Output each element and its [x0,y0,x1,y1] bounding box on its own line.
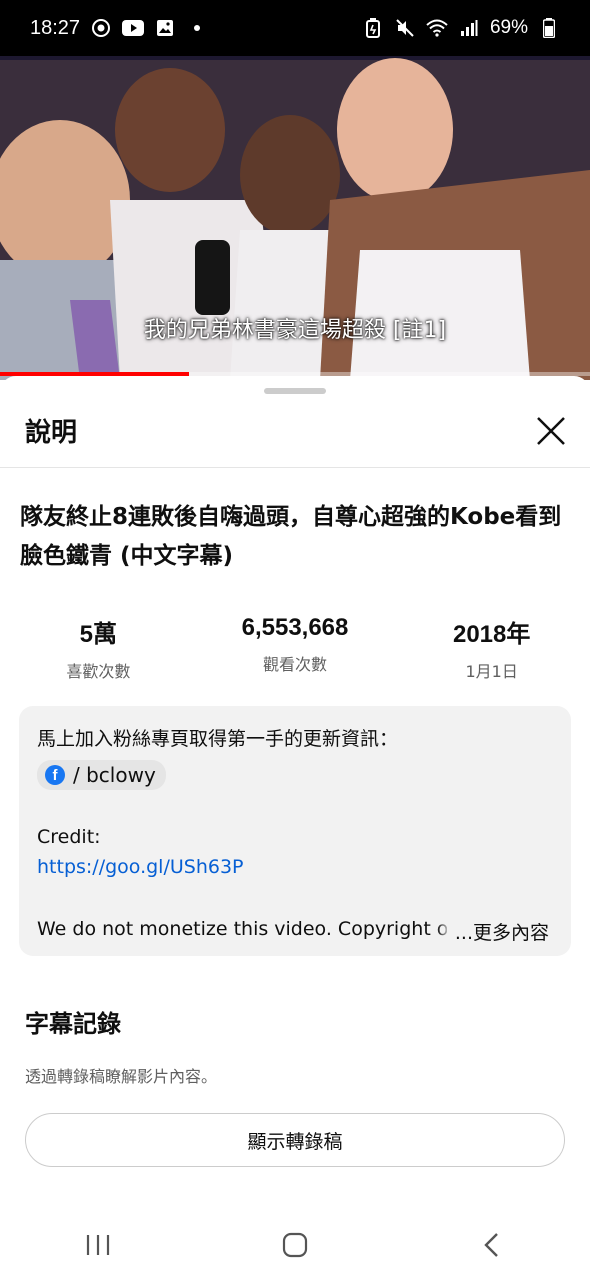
facebook-link-chip[interactable]: f / bclowy [37,760,166,790]
sheet-header: 說明 [0,394,590,468]
stat-views: 6,553,668 觀看次數 [197,614,394,682]
stat-label: 喜歡次數 [66,662,131,681]
transcript-description: 透過轉錄稿瞭解影片內容。 [25,1067,218,1086]
wifi-icon [426,17,448,39]
stat-value: 6,553,668 [241,614,349,641]
credit-label: Credit: [37,826,101,848]
stat-value: 5萬 [79,621,118,648]
facebook-icon: f [45,765,65,785]
battery-saver-icon [362,17,384,39]
video-title: 隊友終止8連敗後自嗨過頭，自尊心超強的Kobe看到臉色鐵青 (中文字幕) [20,504,562,569]
dot-icon [186,17,208,39]
stat-label: 1月1日 [465,662,518,681]
description-line: We do not monetize this video. Copyright… [37,918,447,940]
signal-icon [458,17,480,39]
more-button[interactable]: ...更多內容 [436,918,549,945]
video-player[interactable]: 我的兄弟林書豪這場超殺 [註1] [0,0,590,380]
chrome-icon [90,17,112,39]
stat-likes: 5萬 喜歡次數 [0,614,197,682]
battery-percent: 69% [489,17,528,38]
mute-icon [394,17,416,39]
description-line: 馬上加入粉絲專頁取得第一手的更新資訊： [37,728,399,750]
description-sheet: 說明 隊友終止8連敗後自嗨過頭，自尊心超強的Kobe看到臉色鐵青 (中文字幕) … [0,376,590,1280]
navigation-bar [0,1210,590,1280]
credit-link[interactable]: https://goo.gl/USh63P [37,856,553,878]
recent-apps-icon[interactable] [68,1225,128,1265]
youtube-icon [122,17,145,39]
stat-value: 2018年 [452,621,531,648]
facebook-handle: / bclowy [73,763,156,787]
back-icon[interactable] [462,1225,522,1265]
stat-label: 觀看次數 [263,655,328,674]
close-icon[interactable] [534,414,568,448]
gallery-icon [154,17,176,39]
stat-date: 2018年 1月1日 [393,614,590,682]
transcript-title: 字幕記錄 [25,1010,121,1038]
show-transcript-button[interactable]: 顯示轉錄稿 [25,1113,565,1167]
description-box[interactable]: 馬上加入粉絲專頁取得第一手的更新資訊： f / bclowy Credit: h… [19,706,571,956]
battery-icon [538,17,560,39]
status-time: 18:27 [30,16,81,39]
home-icon[interactable] [265,1225,325,1265]
sheet-title: 說明 [25,418,78,448]
stats-row: 5萬 喜歡次數 6,553,668 觀看次數 2018年 1月1日 [0,614,590,682]
status-bar: 18:27 69% [0,0,590,56]
video-subtitle: 我的兄弟林書豪這場超殺 [註1] [143,318,447,343]
